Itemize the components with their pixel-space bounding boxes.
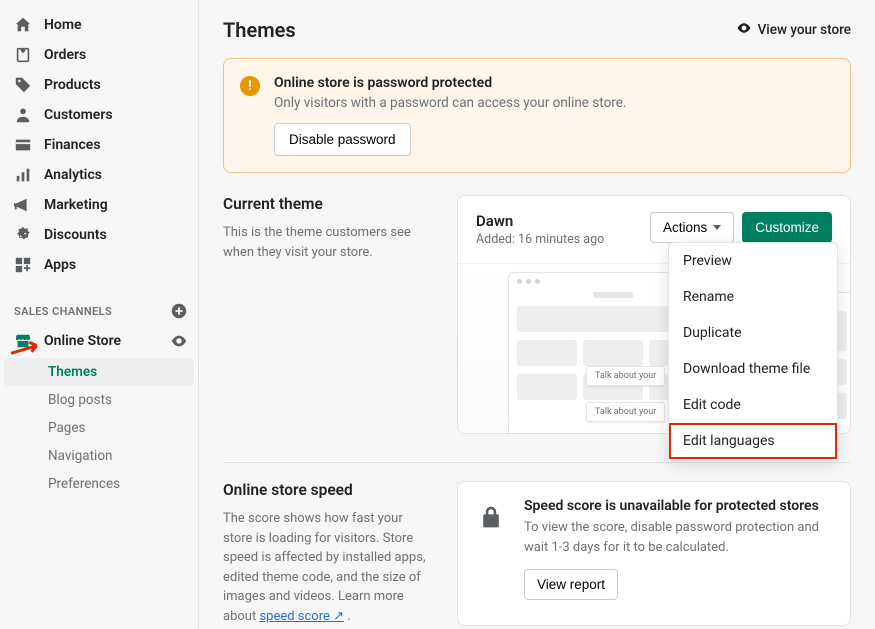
page-header: Themes View your store bbox=[223, 18, 851, 42]
actions-dropdown: Preview Rename Duplicate Download theme … bbox=[668, 242, 838, 460]
external-icon: ↗ bbox=[333, 609, 344, 624]
nav-label: Discounts bbox=[44, 227, 107, 243]
nav-label: Products bbox=[44, 77, 101, 93]
add-channel-icon[interactable] bbox=[170, 302, 188, 320]
analytics-icon bbox=[14, 166, 32, 184]
sidebar: Home Orders Products Customers Finances … bbox=[0, 0, 199, 629]
sales-channels-header: SALES CHANNELS bbox=[0, 294, 198, 326]
banner-title: Online store is password protected bbox=[274, 75, 626, 91]
speed-score-link[interactable]: speed score ↗ bbox=[259, 609, 344, 624]
view-your-store-link[interactable]: View your store bbox=[736, 20, 851, 40]
preview-caption: Talk about your bbox=[586, 366, 665, 386]
discount-icon bbox=[14, 226, 32, 244]
speed-section: Online store speed The score shows how f… bbox=[223, 481, 851, 626]
nav-orders[interactable]: Orders bbox=[0, 40, 198, 70]
section-title: SALES CHANNELS bbox=[14, 305, 112, 318]
nav-label: Orders bbox=[44, 47, 86, 63]
dropdown-download-theme-file[interactable]: Download theme file bbox=[669, 351, 837, 387]
view-icon[interactable] bbox=[170, 332, 188, 350]
home-icon bbox=[14, 16, 32, 34]
preview-caption: Talk about your bbox=[586, 402, 665, 422]
speed-card-title: Speed score is unavailable for protected… bbox=[524, 498, 832, 514]
nav-label: Finances bbox=[44, 137, 101, 153]
subnav-preferences[interactable]: Preferences bbox=[4, 470, 194, 498]
disable-password-button[interactable]: Disable password bbox=[274, 123, 411, 156]
nav-discounts[interactable]: Discounts bbox=[0, 220, 198, 250]
nav-analytics[interactable]: Analytics bbox=[0, 160, 198, 190]
warning-icon: ! bbox=[240, 76, 260, 96]
apps-icon bbox=[14, 256, 32, 274]
storefront-icon bbox=[14, 332, 32, 350]
speed-heading: Online store speed bbox=[223, 481, 433, 499]
page-title: Themes bbox=[223, 18, 296, 42]
dropdown-edit-code[interactable]: Edit code bbox=[669, 387, 837, 423]
subnav-navigation[interactable]: Navigation bbox=[4, 442, 194, 470]
nav-finances[interactable]: Finances bbox=[0, 130, 198, 160]
channel-label: Online Store bbox=[44, 333, 121, 349]
nav-label: Marketing bbox=[44, 197, 108, 213]
nav-label: Analytics bbox=[44, 167, 102, 183]
actions-label: Actions bbox=[663, 220, 707, 235]
view-store-label: View your store bbox=[758, 22, 851, 38]
chevron-down-icon bbox=[713, 225, 721, 230]
password-banner: ! Online store is password protected Onl… bbox=[223, 58, 851, 173]
subnav-pages[interactable]: Pages bbox=[4, 414, 194, 442]
speed-desc: The score shows how fast your store is l… bbox=[223, 509, 433, 626]
finances-icon bbox=[14, 136, 32, 154]
subnav-themes[interactable]: Themes bbox=[4, 358, 194, 386]
dropdown-duplicate[interactable]: Duplicate bbox=[669, 315, 837, 351]
nav-marketing[interactable]: Marketing bbox=[0, 190, 198, 220]
nav-label: Apps bbox=[44, 257, 76, 273]
dropdown-edit-languages[interactable]: Edit languages bbox=[669, 423, 837, 459]
eye-icon bbox=[736, 20, 752, 40]
nav-home[interactable]: Home bbox=[0, 10, 198, 40]
current-theme-heading: Current theme bbox=[223, 195, 433, 213]
nav-products[interactable]: Products bbox=[0, 70, 198, 100]
speed-card: Speed score is unavailable for protected… bbox=[457, 481, 851, 626]
megaphone-icon bbox=[14, 196, 32, 214]
banner-text: Only visitors with a password can access… bbox=[274, 95, 626, 111]
theme-added: Added: 16 minutes ago bbox=[476, 232, 604, 247]
nav-customers[interactable]: Customers bbox=[0, 100, 198, 130]
person-icon bbox=[14, 106, 32, 124]
lock-icon bbox=[476, 502, 506, 532]
nav-apps[interactable]: Apps bbox=[0, 250, 198, 280]
nav-label: Home bbox=[44, 17, 82, 33]
view-report-button[interactable]: View report bbox=[524, 569, 618, 600]
current-theme-card: Dawn Added: 16 minutes ago Actions Custo… bbox=[457, 195, 851, 434]
dropdown-preview[interactable]: Preview bbox=[669, 243, 837, 279]
channel-online-store[interactable]: Online Store bbox=[0, 326, 198, 356]
orders-icon bbox=[14, 46, 32, 64]
actions-button[interactable]: Actions bbox=[650, 212, 734, 243]
speed-info: Online store speed The score shows how f… bbox=[223, 481, 433, 626]
nav-label: Customers bbox=[44, 107, 113, 123]
current-theme-section: Current theme This is the theme customer… bbox=[223, 195, 851, 434]
dropdown-rename[interactable]: Rename bbox=[669, 279, 837, 315]
speed-card-text: To view the score, disable password prot… bbox=[524, 518, 832, 557]
current-theme-info: Current theme This is the theme customer… bbox=[223, 195, 433, 434]
online-store-subnav: Themes Blog posts Pages Navigation Prefe… bbox=[0, 358, 198, 498]
main-content: Themes View your store ! Online store is… bbox=[199, 0, 875, 629]
section-divider bbox=[223, 462, 851, 463]
current-theme-desc: This is the theme customers see when the… bbox=[223, 223, 433, 262]
theme-name: Dawn bbox=[476, 212, 604, 230]
customize-button[interactable]: Customize bbox=[742, 212, 832, 243]
tag-icon bbox=[14, 76, 32, 94]
subnav-blog-posts[interactable]: Blog posts bbox=[4, 386, 194, 414]
